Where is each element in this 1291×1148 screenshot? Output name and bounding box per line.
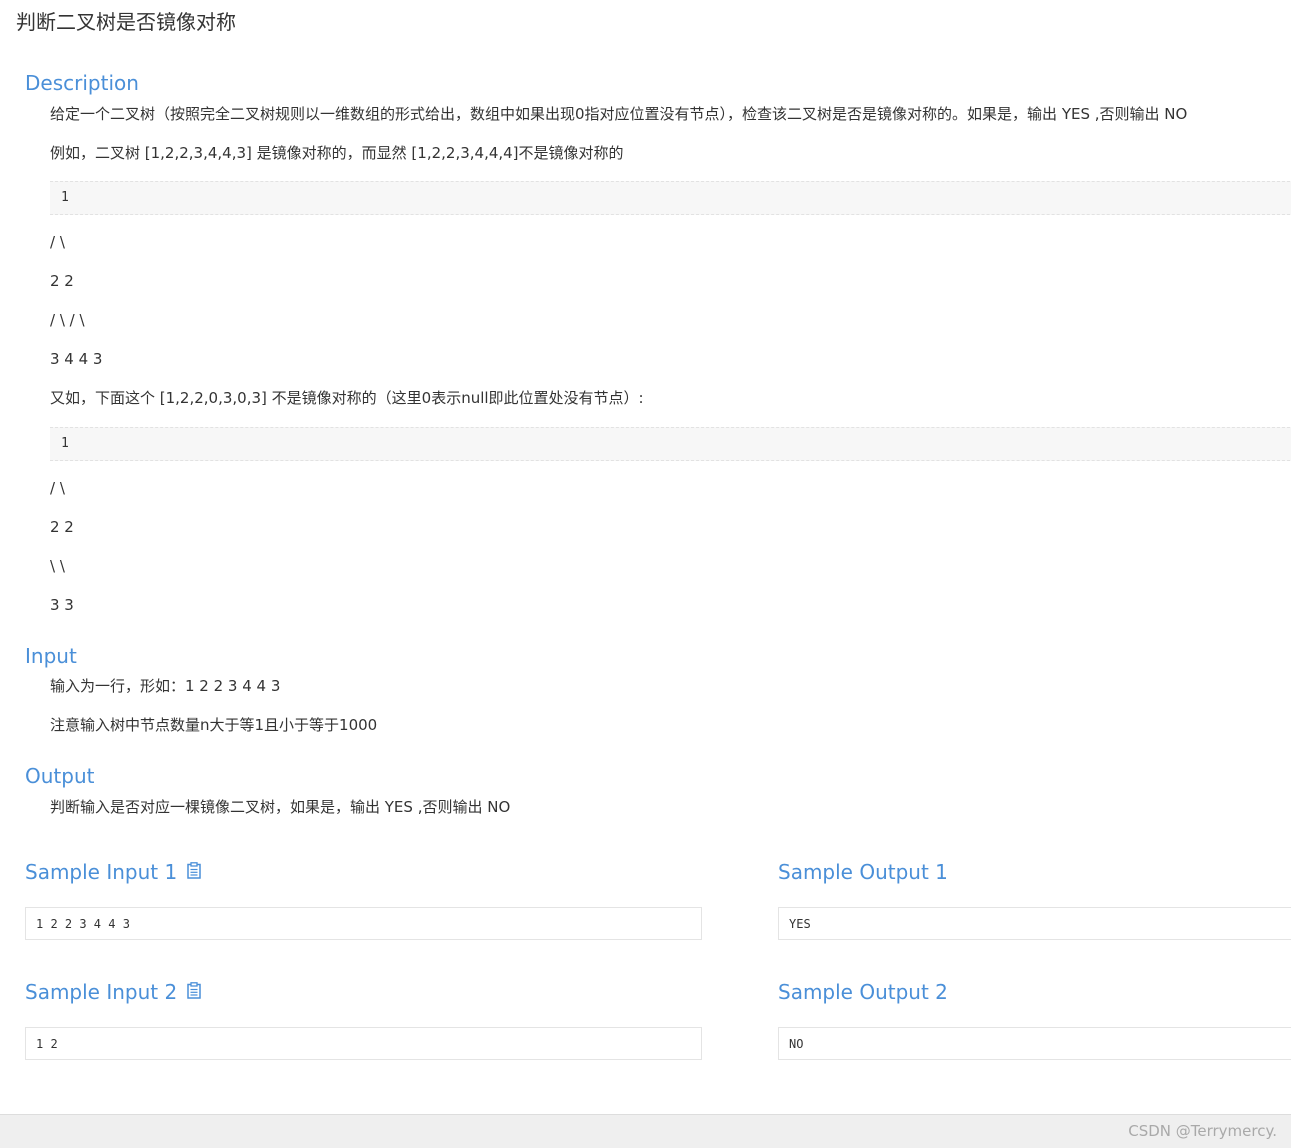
description-paragraph-1: 给定一个二叉树（按照完全二叉树规则以一维数组的形式给出，数组中如果出现0指对应位… (50, 105, 1188, 123)
code-line: 1 (61, 190, 69, 205)
sample-output-1-value: YES (789, 917, 811, 931)
description-heading: Description (25, 71, 139, 95)
sample-output-1-heading: Sample Output 1 (778, 860, 948, 884)
sample-input-1-value: 1 2 2 3 4 4 3 (36, 917, 130, 931)
input-heading: Input (25, 644, 77, 668)
footer-bar: CSDN @Terrymercy. (0, 1114, 1291, 1148)
sample-output-1-box[interactable]: YES (778, 907, 1291, 940)
sample-output-2-value: NO (789, 1037, 804, 1051)
sample-input-1-heading: Sample Input 1 (25, 859, 201, 887)
clipboard-icon[interactable] (187, 979, 201, 1005)
sample-input-2-box[interactable]: 1 2 (25, 1027, 702, 1060)
tree-line: 2 2 (50, 272, 74, 290)
page-title: 判断二叉树是否镜像对称 (16, 10, 236, 34)
watermark: CSDN @Terrymercy. (1128, 1122, 1277, 1140)
sample-output-2-box[interactable]: NO (778, 1027, 1291, 1060)
description-paragraph-3: 又如，下面这个 [1,2,2,0,3,0,3] 不是镜像对称的（这里0表示nul… (50, 389, 644, 407)
code-line: 1 (61, 436, 69, 451)
sample-input-2-heading: Sample Input 2 (25, 979, 201, 1007)
code-block-example-2: 1 (50, 427, 1291, 461)
sample-input-1-box[interactable]: 1 2 2 3 4 4 3 (25, 907, 702, 940)
output-heading: Output (25, 764, 95, 788)
tree-line: \ \ (50, 557, 65, 575)
code-block-example-1: 1 (50, 181, 1291, 215)
tree-line: / \ (50, 479, 65, 497)
sample-input-2-label: Sample Input 2 (25, 980, 178, 1004)
clipboard-icon[interactable] (187, 859, 201, 885)
input-paragraph-1: 输入为一行，形如：1 2 2 3 4 4 3 (50, 677, 281, 695)
tree-line: / \ (50, 233, 65, 251)
tree-line: 3 4 4 3 (50, 350, 103, 368)
description-paragraph-2: 例如，二叉树 [1,2,2,3,4,4,3] 是镜像对称的，而显然 [1,2,2… (50, 144, 624, 162)
input-paragraph-2: 注意输入树中节点数量n大于等1且小于等于1000 (50, 716, 378, 734)
output-paragraph-1: 判断输入是否对应一棵镜像二叉树，如果是，输出 YES ,否则输出 NO (50, 798, 511, 816)
tree-line: 2 2 (50, 518, 74, 536)
sample-output-2-heading: Sample Output 2 (778, 980, 948, 1004)
tree-line: 3 3 (50, 596, 74, 614)
tree-line: / \ / \ (50, 311, 85, 329)
sample-input-2-value: 1 2 (36, 1037, 58, 1051)
sample-input-1-label: Sample Input 1 (25, 860, 178, 884)
